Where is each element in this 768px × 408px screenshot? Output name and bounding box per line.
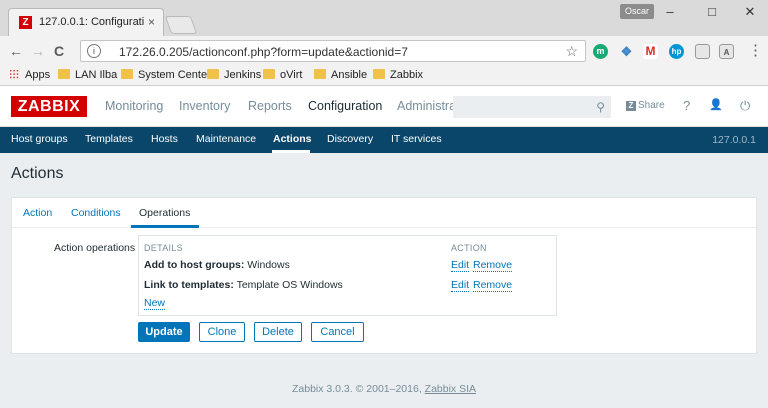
zabbix-logo[interactable]: ZABBIX [11, 96, 87, 117]
extension-page-icon[interactable] [695, 44, 710, 59]
zabbix-share-icon: Z [626, 101, 636, 111]
menu-inventory[interactable]: Inventory [179, 99, 230, 113]
folder-icon [121, 69, 133, 79]
subnav-templates[interactable]: Templates [85, 133, 133, 145]
folder-icon [263, 69, 275, 79]
bookmark-apps[interactable]: Apps [9, 69, 50, 81]
operations-table: DETAILS ACTION Add to host groups: Windo… [138, 235, 557, 316]
subnav-actions[interactable]: Actions [273, 133, 312, 145]
share-button[interactable]: Z Share [626, 100, 665, 111]
edit-operation-link[interactable]: Edit [451, 279, 470, 292]
dropbox-icon[interactable]: ❖ [619, 44, 634, 59]
menu-administration[interactable]: Administration [397, 99, 453, 113]
minimize-button[interactable]: – [656, 3, 684, 21]
subnav-host-groups[interactable]: Host groups [11, 133, 68, 145]
menu-monitoring[interactable]: Monitoring [105, 99, 163, 113]
clone-button[interactable]: Clone [199, 322, 245, 342]
server-name: 127.0.0.1 [712, 134, 756, 146]
tab-operations[interactable]: Operations [139, 207, 190, 219]
search-input[interactable]: ⚲ [453, 96, 611, 118]
new-operation-link[interactable]: New [144, 297, 166, 310]
logout-icon[interactable]: ⏻ [740, 98, 750, 114]
bookmark-ovirt[interactable]: oVirt [263, 69, 302, 81]
bookmark-star-icon[interactable]: ☆ [565, 43, 578, 60]
page-body: Actions Action Conditions Operations Act… [0, 153, 768, 408]
browser-titlebar: Z 127.0.0.1: Configuration of actions × … [0, 0, 768, 36]
reload-button[interactable]: C [54, 42, 64, 60]
edit-operation-link[interactable]: Edit [451, 259, 470, 272]
bookmark-system-center[interactable]: System Center [121, 69, 211, 81]
maximize-button[interactable]: □ [698, 3, 726, 21]
help-icon[interactable]: ? [683, 98, 690, 113]
back-button[interactable]: ← [9, 42, 23, 60]
extension-pdf-icon[interactable]: A [719, 44, 734, 59]
action-form-panel: Action Conditions Operations Action oper… [11, 197, 757, 354]
menu-configuration[interactable]: Configuration [308, 99, 382, 113]
tab-action[interactable]: Action [23, 207, 52, 219]
bookmark-ansible[interactable]: Ansible [314, 69, 367, 81]
operation-details: Link to templates: Template OS Windows [144, 279, 343, 291]
url-text[interactable]: 172.26.0.205/actionconf.php?form=update&… [119, 45, 408, 59]
subnav-hosts[interactable]: Hosts [151, 133, 178, 145]
close-window-button[interactable]: ✕ [736, 3, 764, 21]
browser-toolbar: ← → C i 172.26.0.205/actionconf.php?form… [0, 36, 768, 66]
menu-reports[interactable]: Reports [248, 99, 292, 113]
bookmarks-bar: Apps LAN Ilba System Center Jenkins oVir… [0, 66, 768, 86]
active-tab-indicator [131, 225, 199, 228]
folder-icon [207, 69, 219, 79]
new-tab-button[interactable] [164, 16, 198, 34]
subnav-maintenance[interactable]: Maintenance [196, 133, 256, 145]
tab-conditions[interactable]: Conditions [71, 207, 121, 219]
folder-icon [373, 69, 385, 79]
hp-icon[interactable]: hp [669, 44, 684, 59]
subnav-discovery[interactable]: Discovery [327, 133, 373, 145]
details-column-header: DETAILS [144, 243, 183, 253]
action-operations-label: Action operations [54, 242, 136, 254]
forward-button[interactable]: → [31, 42, 45, 60]
profile-badge[interactable]: Oscar [620, 4, 655, 19]
extension-m-icon[interactable]: m [593, 44, 608, 59]
user-profile-icon[interactable]: 👤 [709, 98, 723, 111]
address-bar[interactable]: i 172.26.0.205/actionconf.php?form=updat… [80, 40, 586, 62]
subnav-it-services[interactable]: IT services [391, 133, 442, 145]
configuration-subnav: Host groups Templates Hosts Maintenance … [0, 127, 768, 153]
remove-operation-link[interactable]: Remove [473, 279, 513, 292]
remove-operation-link[interactable]: Remove [473, 259, 513, 272]
zabbix-header: ZABBIX Monitoring Inventory Reports Conf… [0, 87, 768, 127]
footer-copyright: Zabbix 3.0.3. © 2001–2016, [291, 383, 425, 395]
apps-grid-icon [9, 69, 19, 79]
cancel-button[interactable]: Cancel [311, 322, 364, 342]
update-button[interactable]: Update [138, 322, 190, 342]
tab-close-icon[interactable]: × [148, 15, 155, 29]
page-footer: Zabbix 3.0.3. © 2001–2016, Zabbix SIA [0, 383, 768, 395]
folder-icon [314, 69, 326, 79]
footer-zabbix-sia-link[interactable]: Zabbix SIA [425, 383, 476, 395]
bookmark-lan-ilba[interactable]: LAN Ilba [58, 69, 117, 81]
site-info-icon[interactable]: i [87, 44, 101, 58]
page-title: Actions [11, 165, 64, 182]
operation-details: Add to host groups: Windows [144, 259, 290, 271]
search-icon[interactable]: ⚲ [596, 100, 605, 114]
chrome-menu-icon[interactable]: ⋮ [748, 42, 763, 60]
bookmark-zabbix[interactable]: Zabbix [373, 69, 423, 81]
gmail-icon[interactable]: M [643, 44, 658, 59]
zabbix-favicon-icon: Z [19, 16, 32, 29]
folder-icon [58, 69, 70, 79]
form-tabs: Action Conditions Operations [12, 198, 756, 228]
bookmark-jenkins[interactable]: Jenkins [207, 69, 261, 81]
action-column-header: ACTION [451, 243, 487, 253]
delete-button[interactable]: Delete [254, 322, 302, 342]
tab-title: 127.0.0.1: Configuration of actions [39, 16, 144, 28]
browser-tab[interactable]: Z 127.0.0.1: Configuration of actions × [8, 8, 164, 36]
